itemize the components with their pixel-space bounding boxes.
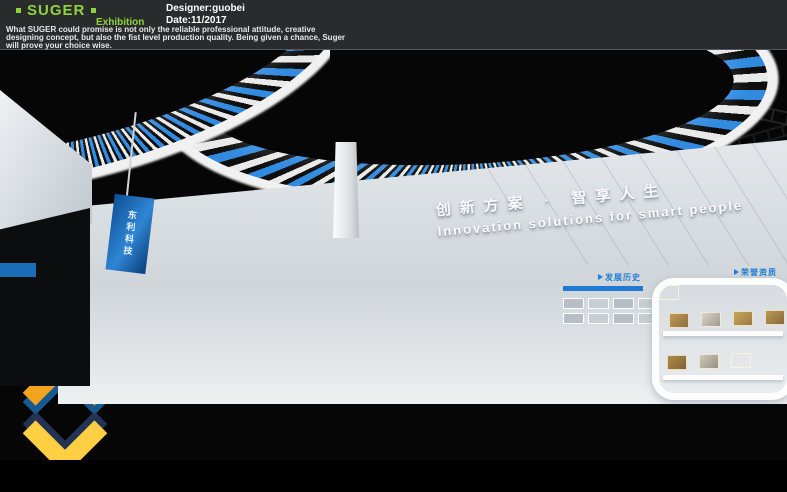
award-plaque <box>667 355 687 370</box>
photo-thumb <box>613 313 634 324</box>
suger-logo: SUGER <box>10 2 102 19</box>
award-shelf <box>652 278 787 400</box>
photo-thumb <box>588 298 609 309</box>
design-board: SUGER Exhibition Designer:guobei Date:11… <box>0 0 787 492</box>
history-label: 发展历史 <box>598 272 641 283</box>
award-plaque <box>731 353 751 368</box>
award-plaque <box>659 285 679 300</box>
title-bar: SUGER Exhibition Designer:guobei Date:11… <box>0 0 787 50</box>
booth-render: 东利科技 创新方案 · 智享人生 Innovation solutions fo… <box>0 50 787 460</box>
photo-thumb <box>563 313 584 324</box>
left-side-wall <box>0 208 90 386</box>
award-plaque <box>701 312 721 327</box>
award-plaque <box>669 313 689 328</box>
award-plaque <box>733 311 753 326</box>
banner-text: 东利科技 <box>121 209 140 258</box>
photo-thumb <box>563 298 584 309</box>
honor-label: 荣誉资质 <box>734 267 777 278</box>
award-plaque <box>699 354 719 369</box>
arrow-icon <box>598 274 603 280</box>
designer-label: Designer:guobei <box>166 3 245 14</box>
history-blue-bar <box>563 286 643 291</box>
shelf-ledge <box>663 375 783 380</box>
arrow-icon <box>734 269 739 275</box>
history-photo-wall <box>563 298 659 358</box>
award-plaque <box>765 310 785 325</box>
side-sign <box>0 263 36 277</box>
photo-thumb <box>613 298 634 309</box>
promo-text: What SUGER could promise is not only the… <box>6 26 354 49</box>
support-column <box>333 142 359 238</box>
shelf-ledge <box>663 331 783 336</box>
photo-thumb <box>588 313 609 324</box>
